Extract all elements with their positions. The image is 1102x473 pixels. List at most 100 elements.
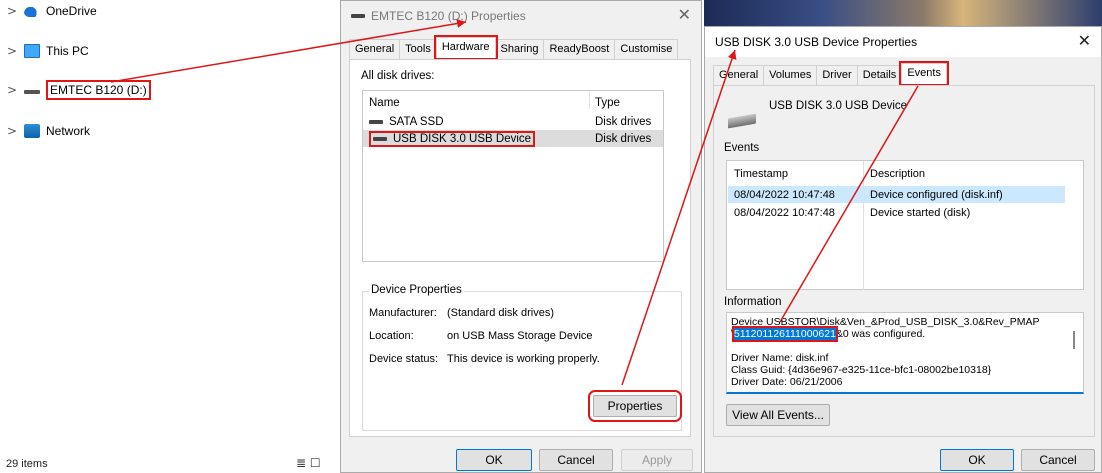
close-icon[interactable]: ✕ bbox=[678, 5, 691, 24]
status-label: Device status: bbox=[369, 353, 439, 365]
cloud-icon bbox=[24, 7, 40, 17]
column-divider[interactable] bbox=[589, 91, 590, 109]
nav-item-label: OneDrive bbox=[46, 4, 97, 18]
drive-type: Disk drives bbox=[595, 132, 652, 145]
column-type[interactable]: Type bbox=[589, 97, 620, 109]
column-description[interactable]: Description bbox=[864, 168, 925, 180]
column-divider[interactable] bbox=[863, 161, 864, 290]
info-suffix: &0 was configured. bbox=[835, 328, 926, 340]
drive-icon bbox=[24, 90, 40, 94]
list-item[interactable]: SATA SSD Disk drives bbox=[363, 113, 663, 130]
tiles-view-icon[interactable]: ☐ bbox=[310, 456, 321, 470]
class-guid: Class Guid: {4d36e967-e325-11ce-bfc1-080… bbox=[731, 364, 992, 376]
tab-page: All disk drives: Name Type SATA SSD Disk… bbox=[349, 59, 691, 437]
info-line: \511201126111000621&0 was configured. bbox=[731, 326, 1063, 342]
location-row: Location: on USB Mass Storage Device bbox=[369, 330, 593, 342]
chevron-right-icon[interactable]: > bbox=[0, 4, 24, 18]
drive-type: Disk drives bbox=[595, 115, 652, 128]
cancel-button[interactable]: Cancel bbox=[1021, 449, 1095, 471]
dialog-title: EMTEC B120 (D:) Properties bbox=[371, 9, 526, 23]
tab-details[interactable]: Details bbox=[856, 65, 903, 86]
network-icon bbox=[24, 124, 40, 138]
information-label: Information bbox=[724, 296, 782, 308]
event-timestamp: 08/04/2022 10:47:48 bbox=[734, 188, 835, 201]
tab-strip: General Volumes Driver Details Events bbox=[713, 61, 949, 86]
usb-device-properties-dialog: USB DISK 3.0 USB Device Properties ✕ Gen… bbox=[704, 26, 1102, 473]
tab-customise[interactable]: Customise bbox=[614, 39, 679, 60]
event-timestamp: 08/04/2022 10:47:48 bbox=[734, 206, 835, 219]
tab-volumes[interactable]: Volumes bbox=[763, 65, 818, 86]
drive-icon bbox=[351, 14, 365, 18]
tab-readyboost[interactable]: ReadyBoost bbox=[543, 39, 616, 60]
all-disk-drives-label: All disk drives: bbox=[361, 70, 435, 82]
tab-tools[interactable]: Tools bbox=[399, 39, 437, 60]
driver-date: Driver Date: 06/21/2006 bbox=[731, 376, 843, 388]
location-value: on USB Mass Storage Device bbox=[447, 330, 593, 342]
tab-sharing[interactable]: Sharing bbox=[494, 39, 545, 60]
column-timestamp[interactable]: Timestamp bbox=[728, 168, 864, 180]
nav-item-label: EMTEC B120 (D:) bbox=[46, 80, 151, 100]
device-properties-group: Device Properties Manufacturer: (Standar… bbox=[362, 284, 682, 431]
driver-name: Driver Name: disk.inf bbox=[731, 352, 829, 364]
tab-events[interactable]: Events bbox=[899, 61, 949, 86]
list-item[interactable]: USB DISK 3.0 USB Device Disk drives bbox=[363, 130, 663, 147]
view-all-events-button[interactable]: View All Events... bbox=[726, 404, 830, 426]
tab-page: USB DISK 3.0 USB Device Events Timestamp… bbox=[713, 85, 1095, 437]
column-name[interactable]: Name bbox=[363, 97, 589, 109]
drive-name: SATA SSD bbox=[389, 115, 444, 128]
nav-item-emtec-drive[interactable]: > EMTEC B120 (D:) bbox=[0, 79, 151, 101]
close-icon[interactable]: ✕ bbox=[1078, 31, 1091, 50]
title-bar: EMTEC B120 (D:) Properties ✕ bbox=[341, 1, 701, 31]
group-title: Device Properties bbox=[369, 284, 464, 296]
event-description: Device started (disk) bbox=[870, 206, 971, 219]
tab-strip: General Tools Hardware Sharing ReadyBoos… bbox=[349, 35, 679, 60]
location-label: Location: bbox=[369, 330, 414, 342]
tab-driver[interactable]: Driver bbox=[816, 65, 858, 86]
status-value: This device is working properly. bbox=[447, 353, 600, 365]
title-bar: USB DISK 3.0 USB Device Properties ✕ bbox=[705, 27, 1101, 57]
list-header: Timestamp Description bbox=[728, 165, 1065, 182]
chevron-right-icon[interactable]: > bbox=[0, 83, 24, 97]
nav-item-this-pc[interactable]: > This PC bbox=[0, 40, 89, 62]
device-name: USB DISK 3.0 USB Device bbox=[769, 100, 908, 112]
manufacturer-label: Manufacturer: bbox=[369, 307, 437, 319]
nav-item-network[interactable]: > Network bbox=[0, 120, 90, 142]
explorer-nav-pane: > OneDrive > This PC > EMTEC B120 (D:) >… bbox=[0, 0, 340, 473]
manufacturer-row: Manufacturer: (Standard disk drives) bbox=[369, 307, 554, 319]
serial-number: 511201126111000621 bbox=[731, 326, 838, 342]
ok-button[interactable]: OK bbox=[940, 449, 1014, 471]
computer-icon bbox=[24, 44, 40, 58]
list-item[interactable]: 08/04/2022 10:47:48 Device configured (d… bbox=[728, 186, 1065, 203]
tab-hardware[interactable]: Hardware bbox=[433, 35, 498, 60]
chevron-right-icon[interactable]: > bbox=[0, 124, 24, 138]
item-count: 29 items bbox=[6, 458, 48, 470]
info-line: Device USBSTOR\Disk&Ven_&Prod_USB_DISK_3… bbox=[731, 316, 1040, 328]
nav-item-label: This PC bbox=[46, 44, 89, 58]
drive-icon bbox=[373, 136, 387, 141]
tab-general[interactable]: General bbox=[349, 39, 401, 60]
event-description: Device configured (disk.inf) bbox=[870, 188, 1003, 201]
tab-general[interactable]: General bbox=[713, 65, 765, 86]
list-header: Name Type bbox=[363, 94, 663, 111]
nav-item-onedrive[interactable]: > OneDrive bbox=[0, 0, 97, 22]
properties-button[interactable]: Properties bbox=[588, 390, 682, 422]
manufacturer-value: (Standard disk drives) bbox=[447, 307, 554, 319]
list-item[interactable]: 08/04/2022 10:47:48 Device started (disk… bbox=[728, 204, 1065, 221]
drive-properties-dialog: EMTEC B120 (D:) Properties ✕ General Too… bbox=[340, 0, 702, 473]
desktop-wallpaper bbox=[704, 0, 1102, 26]
scrollbar-thumb[interactable] bbox=[1073, 331, 1075, 349]
dialog-title: USB DISK 3.0 USB Device Properties bbox=[715, 35, 918, 49]
ok-button[interactable]: OK bbox=[456, 449, 532, 471]
disk-drive-list[interactable]: Name Type SATA SSD Disk drives USB DISK … bbox=[362, 90, 664, 262]
drive-icon bbox=[369, 119, 383, 124]
drive-name: USB DISK 3.0 USB Device bbox=[393, 132, 532, 145]
usb-drive-icon bbox=[728, 113, 756, 129]
information-textbox[interactable]: Device USBSTOR\Disk&Ven_&Prod_USB_DISK_3… bbox=[726, 312, 1084, 394]
apply-button[interactable]: Apply bbox=[621, 449, 693, 471]
details-view-icon[interactable]: ≣ bbox=[296, 456, 306, 470]
events-list[interactable]: Timestamp Description 08/04/2022 10:47:4… bbox=[726, 160, 1084, 290]
chevron-right-icon[interactable]: > bbox=[0, 44, 24, 58]
cancel-button[interactable]: Cancel bbox=[539, 449, 613, 471]
events-label: Events bbox=[724, 142, 760, 154]
status-row: Device status: This device is working pr… bbox=[369, 353, 600, 365]
